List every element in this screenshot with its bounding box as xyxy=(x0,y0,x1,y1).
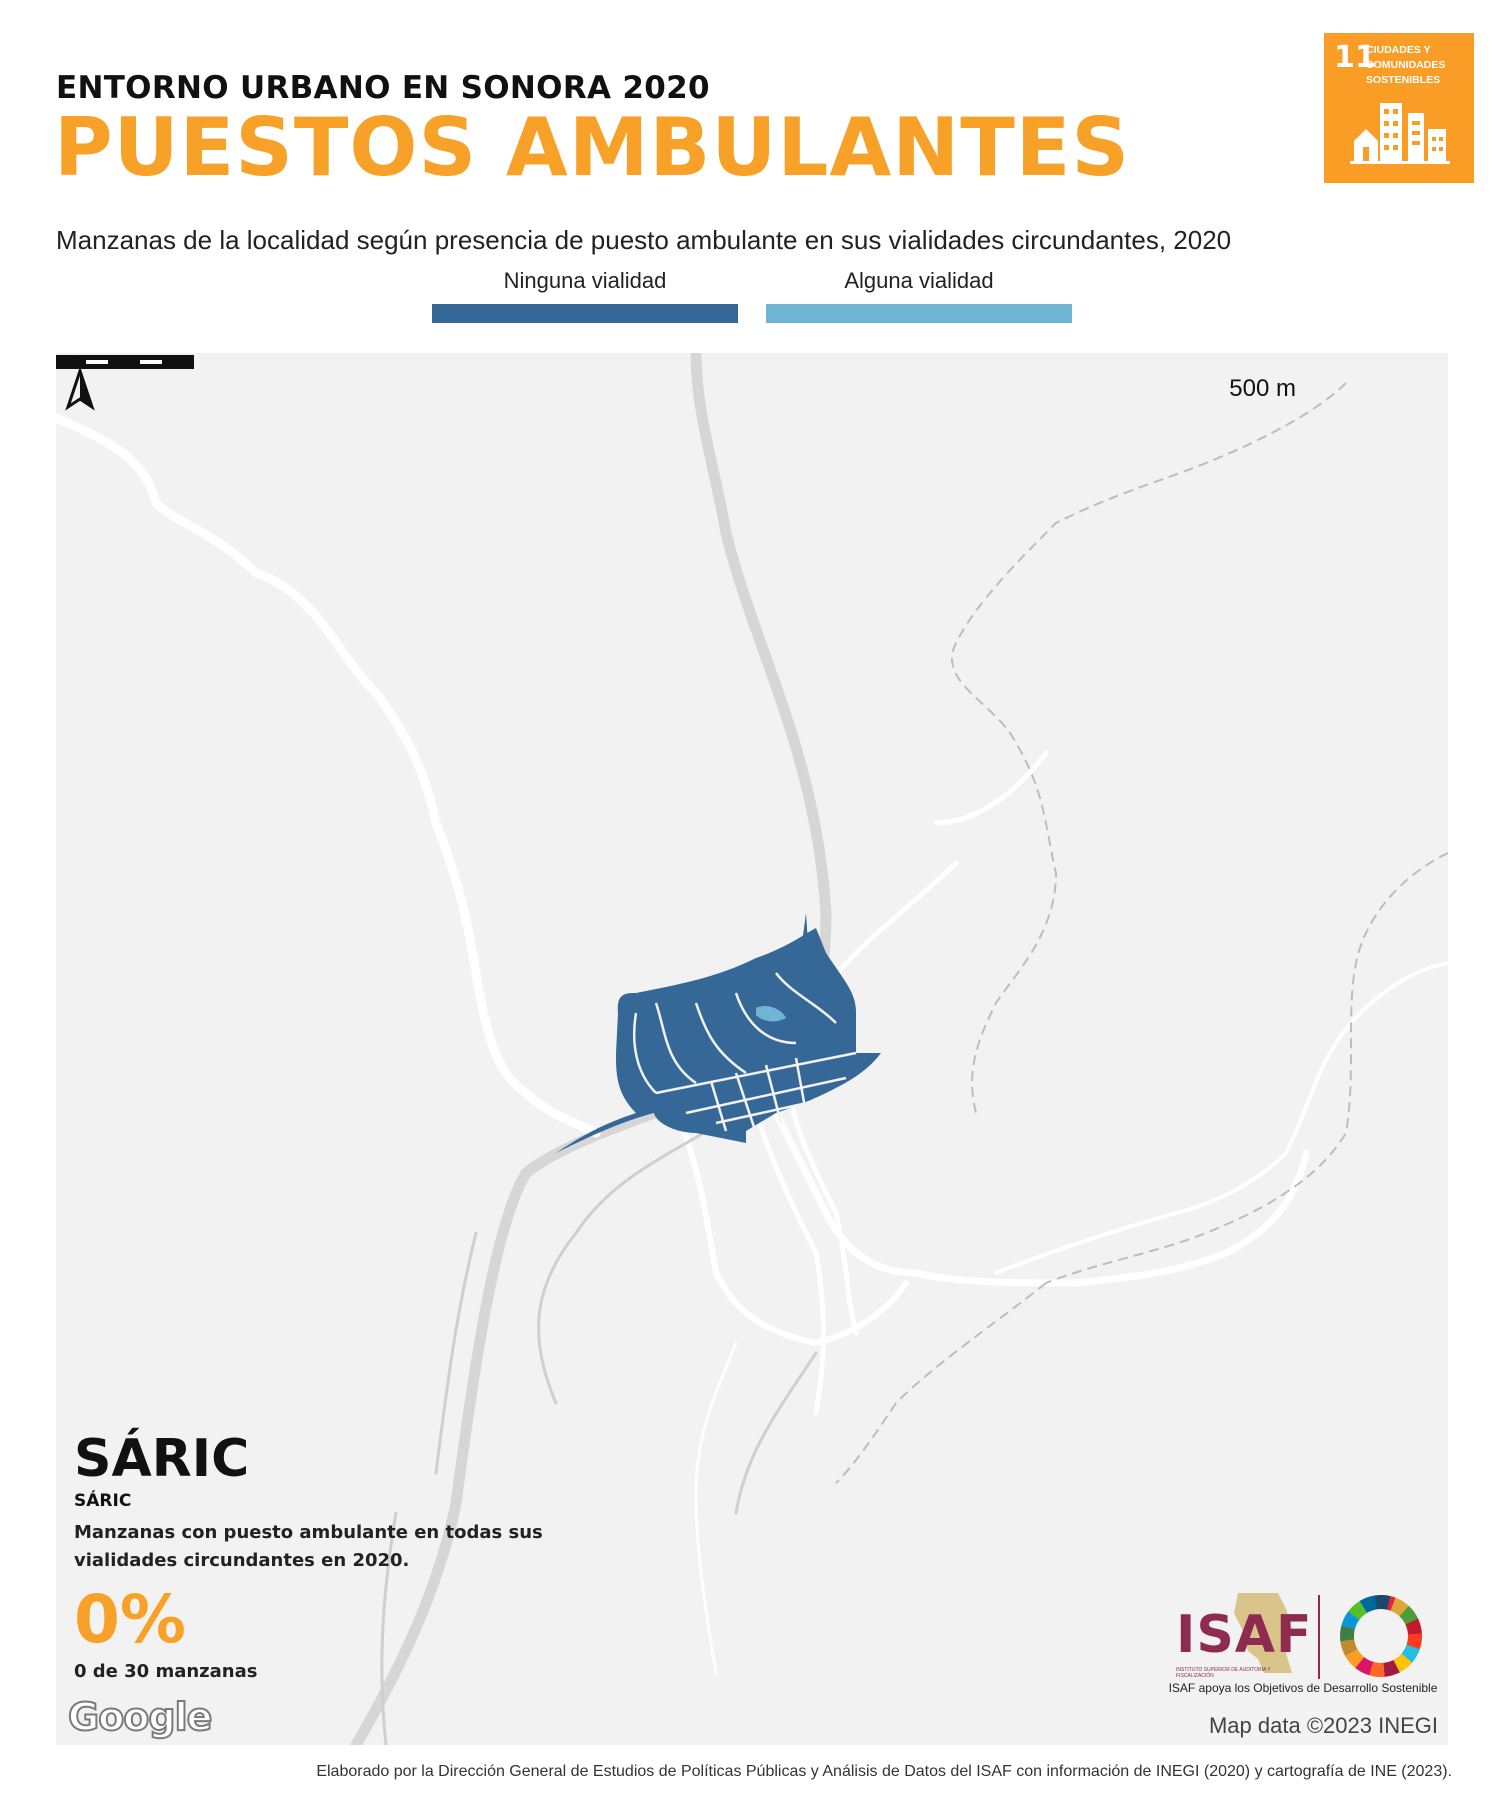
town-block xyxy=(802,913,808,943)
page-title: PUESTOS AMBULANTES xyxy=(54,101,1131,194)
divider xyxy=(1318,1595,1320,1679)
road xyxy=(753,1110,826,1416)
legend-item-ninguna: Ninguna vialidad xyxy=(432,268,738,323)
map-panel[interactable]: 500 m N SÁRIC SÁRIC Manzanas con puesto … xyxy=(56,353,1448,1745)
map-attribution[interactable]: Map data ©2023 INEGI xyxy=(1204,1711,1442,1741)
isaf-logo: ISAF xyxy=(1176,1605,1313,1665)
legend: Ninguna vialidad Alguna vialidad xyxy=(432,268,1072,328)
secondary-road xyxy=(537,1111,738,1405)
legend-item-alguna: Alguna vialidad xyxy=(766,268,1072,323)
road xyxy=(752,1069,1310,1287)
summary-description: Manzanas con puesto ambulante en todas s… xyxy=(74,1522,543,1571)
legend-label: Ninguna vialidad xyxy=(503,268,667,293)
road xyxy=(694,1341,738,1675)
sdg-11-badge: 11 CIUDADES Y COMUNIDADES SOSTENIBLES xyxy=(1324,33,1474,183)
summary-percent: 0% xyxy=(74,1580,187,1658)
place-name: SÁRIC xyxy=(74,1429,250,1489)
legend-label: Alguna vialidad xyxy=(844,268,994,293)
dashed-boundary xyxy=(835,1282,1047,1484)
isaf-subtitle: INSTITUTO SUPERIOR DE AUDITORÍA Y FISCAL… xyxy=(1176,1667,1271,1679)
footer-source: Elaborado por la Dirección General de Es… xyxy=(316,1763,1452,1780)
road xyxy=(56,413,601,1138)
city-buildings-icon xyxy=(1350,103,1450,164)
summary-panel: SÁRIC SÁRIC Manzanas con puesto ambulant… xyxy=(74,1433,594,1682)
sdg-wheel-icon xyxy=(1340,1594,1422,1677)
secondary-road xyxy=(734,1351,818,1515)
google-logo: Google xyxy=(67,1694,213,1740)
dashed-boundary xyxy=(951,382,1347,1114)
isaf-caption: ISAF apoya los Objetivos de Desarrollo S… xyxy=(1168,1681,1438,1695)
dashed-boundary xyxy=(1045,852,1448,1284)
scale-label: 500 m xyxy=(1229,375,1296,402)
road xyxy=(994,961,1448,1275)
town-blocks xyxy=(556,913,881,1153)
north-arrow-icon: N xyxy=(65,354,95,411)
legend-swatch xyxy=(432,304,738,323)
road xyxy=(933,750,1049,826)
summary-count: 0 de 30 manzanas xyxy=(74,1660,258,1682)
page-subtitle: Manzanas de la localidad según presencia… xyxy=(56,225,1232,255)
municipality-name: SÁRIC xyxy=(74,1491,132,1511)
town-block xyxy=(556,928,881,1153)
isaf-logo-block: ISAF INSTITUTO SUPERIOR DE AUDITORÍA Y F… xyxy=(1168,1589,1438,1699)
legend-swatch xyxy=(766,304,1072,323)
